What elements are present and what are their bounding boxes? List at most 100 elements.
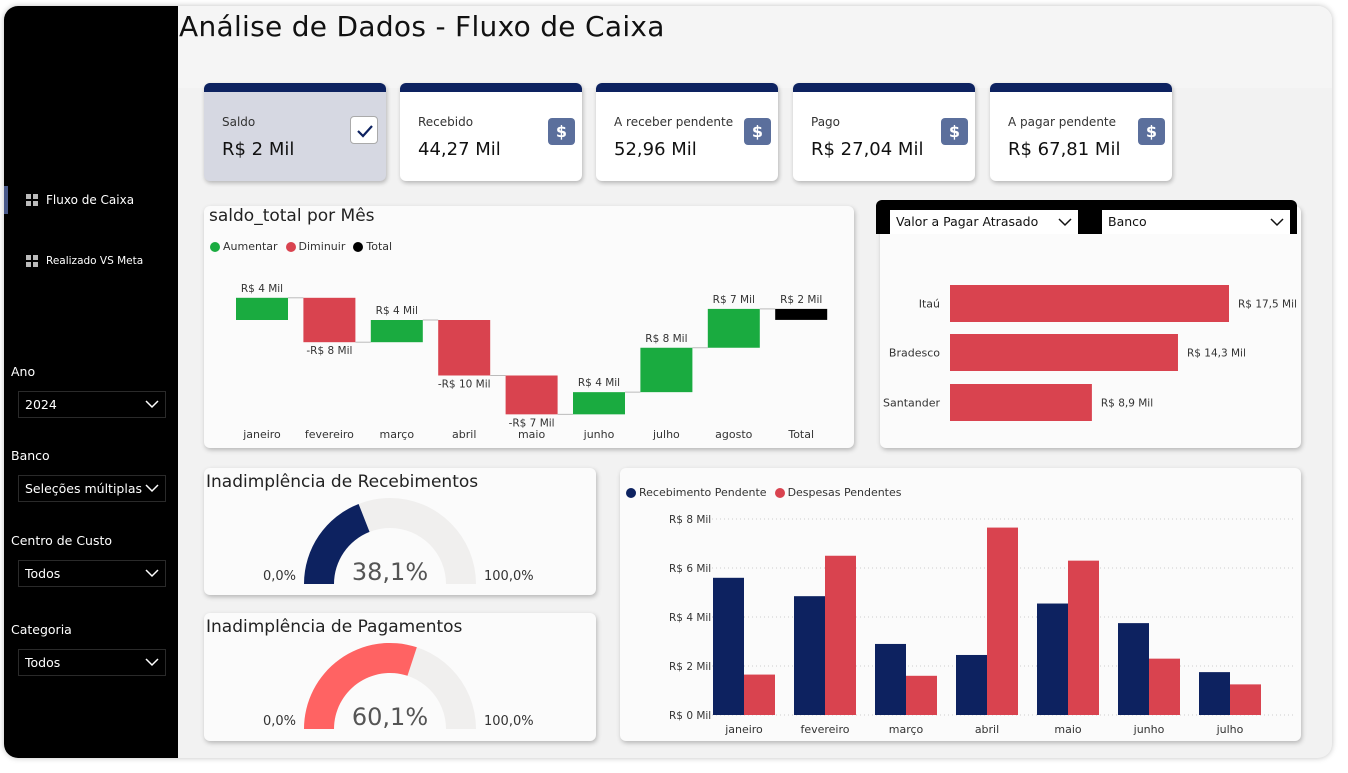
pending-bar [956, 654, 987, 715]
bank-y-tick: Itaú [919, 298, 940, 311]
nav-realizado-vs-meta[interactable]: Realizado VS Meta [26, 255, 143, 267]
waterfall-bar [707, 308, 760, 348]
dollar-icon: $ [1138, 118, 1165, 145]
waterfall-data-label: -R$ 8 Mil [306, 345, 352, 357]
nav-label: Fluxo de Caixa [46, 193, 135, 207]
bank-bar [950, 334, 1178, 371]
waterfall-data-label: R$ 8 Mil [645, 333, 687, 345]
filter-value: Todos [25, 655, 61, 670]
waterfall-data-label: -R$ 10 Mil [438, 379, 491, 391]
pending-bar [1199, 672, 1230, 715]
pending-x-tick: janeiro [724, 723, 763, 736]
gauge-min-label: 0,0% [263, 569, 296, 584]
kpi-card-pago[interactable]: Pago R$ 27,04 Mil $ [793, 83, 975, 181]
bank-bar-chart[interactable]: Itaú R$ 17,5 Mil Bradesco R$ 14,3 Mil Santan… [880, 206, 1301, 448]
chevron-down-icon [1270, 218, 1284, 227]
card-topbar [596, 83, 778, 92]
gauge-value: 60,1% [352, 703, 428, 731]
kpi-card-a-receber[interactable]: A receber pendente 52,96 Mil $ [596, 83, 778, 181]
filter-label-banco: Banco [11, 448, 50, 463]
nav-active-indicator [4, 186, 8, 214]
pending-y-tick: R$ 2 Mil [669, 661, 711, 673]
dropdown-value: Valor a Pagar Atrasado [896, 214, 1039, 229]
waterfall-bar [236, 297, 288, 320]
filter-select-centro-custo[interactable]: Todos [18, 560, 166, 587]
gauge-max-label: 100,0% [484, 569, 534, 584]
waterfall-bar [303, 297, 356, 343]
waterfall-bar [573, 392, 625, 415]
card-topbar [204, 83, 386, 92]
chevron-down-icon [145, 400, 159, 409]
kpi-card-a-pagar[interactable]: A pagar pendente R$ 67,81 Mil $ [990, 83, 1172, 181]
gauge-pagamentos[interactable]: 60,1% 0,0% 100,0% [204, 613, 596, 741]
pending-x-tick: julho [1216, 723, 1244, 736]
filter-value: Seleções múltiplas [25, 481, 143, 496]
waterfall-x-tick: janeiro [242, 428, 281, 441]
bank-y-tick: Bradesco [889, 347, 940, 360]
waterfall-x-tick: abril [452, 428, 476, 441]
filter-select-categoria[interactable]: Todos [18, 649, 166, 676]
waterfall-bar [505, 375, 558, 415]
waterfall-x-tick: julho [652, 428, 680, 441]
dropdown-value: Banco [1108, 214, 1147, 229]
pending-bar [906, 675, 937, 715]
pending-x-tick: abril [975, 723, 999, 736]
pending-y-tick: R$ 8 Mil [669, 514, 711, 526]
bank-bar [950, 285, 1229, 322]
filter-value: 2024 [25, 397, 57, 412]
dropdown-valor-a-pagar[interactable]: Valor a Pagar Atrasado [890, 210, 1078, 234]
gauge-value: 38,1% [352, 558, 428, 586]
pending-x-tick: junho [1133, 723, 1165, 736]
waterfall-bar [775, 308, 828, 320]
nav-fluxo-de-caixa[interactable]: Fluxo de Caixa [26, 193, 134, 207]
card-topbar [400, 83, 582, 92]
card-label: Recebido [418, 115, 474, 129]
pending-bar [1230, 684, 1261, 715]
waterfall-panel: saldo_total por Mês Aumentar Diminuir To… [204, 206, 854, 448]
nav-label: Realizado VS Meta [46, 255, 144, 267]
bank-data-label: R$ 17,5 Mil [1238, 299, 1297, 311]
waterfall-data-label: R$ 4 Mil [376, 305, 418, 317]
pending-y-tick: R$ 6 Mil [669, 563, 711, 575]
dropdown-banco[interactable]: Banco [1102, 210, 1290, 234]
pending-y-tick: R$ 4 Mil [669, 612, 711, 624]
pending-bar [1118, 623, 1149, 715]
card-value: 44,27 Mil [418, 139, 501, 160]
waterfall-bar [640, 347, 693, 393]
card-value: R$ 27,04 Mil [811, 139, 924, 160]
sidebar: Fluxo de Caixa Realizado VS Meta Ano 202… [4, 6, 178, 758]
pending-bar-chart[interactable]: R$ 0 Mil R$ 2 Mil R$ 4 Mil R$ 6 Mil R$ 8 Mil… [620, 468, 1301, 741]
pending-bar [987, 527, 1018, 715]
card-label: A pagar pendente [1008, 115, 1117, 129]
bank-data-label: R$ 8,9 Mil [1101, 398, 1153, 410]
bank-bar [950, 384, 1092, 421]
card-topbar [793, 83, 975, 92]
kpi-card-recebido[interactable]: Recebido 44,27 Mil $ [400, 83, 582, 181]
kpi-card-saldo[interactable]: Saldo R$ 2 Mil [204, 83, 386, 181]
waterfall-data-label: R$ 7 Mil [713, 294, 755, 306]
filter-select-banco[interactable]: Seleções múltiplas [18, 475, 166, 502]
bank-bar-panel: Itaú R$ 17,5 Mil Bradesco R$ 14,3 Mil Santan… [880, 206, 1301, 448]
pending-bar [744, 674, 775, 715]
chevron-down-icon [145, 658, 159, 667]
waterfall-x-tick: Total [787, 428, 814, 441]
filter-select-ano[interactable]: 2024 [18, 391, 166, 418]
waterfall-x-tick: fevereiro [305, 428, 354, 441]
chevron-down-icon [1058, 218, 1072, 227]
waterfall-chart[interactable]: R$ 4 Mil janeiro -R$ 8 Mil fevereiro R$ 4 Mi… [204, 206, 854, 448]
waterfall-bar [438, 320, 491, 376]
chevron-down-icon [145, 569, 159, 578]
gauge-min-label: 0,0% [263, 714, 296, 729]
pending-x-tick: março [889, 723, 924, 736]
check-icon[interactable] [350, 116, 378, 144]
gauge-max-label: 100,0% [484, 714, 534, 729]
pending-bar [1037, 603, 1068, 715]
waterfall-data-label: R$ 2 Mil [780, 294, 822, 306]
dollar-icon: $ [548, 118, 575, 145]
pending-bar [1068, 560, 1099, 715]
pending-bar [875, 643, 906, 715]
gauge-recebimentos[interactable]: 38,1% 0,0% 100,0% [204, 468, 596, 595]
bank-y-tick: Santander [883, 397, 940, 410]
filter-label-categoria: Categoria [11, 622, 72, 637]
waterfall-x-tick: março [380, 428, 415, 441]
